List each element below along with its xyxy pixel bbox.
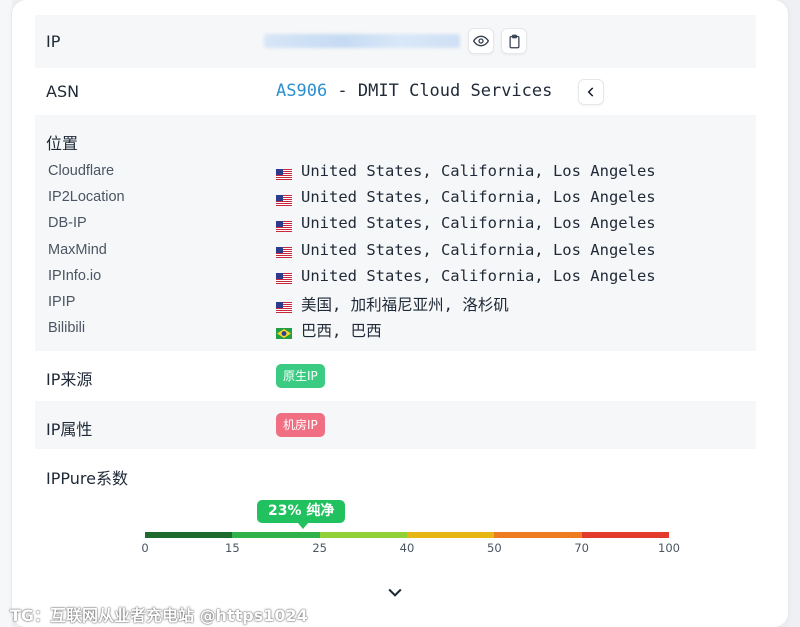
score-tick-label: 70: [574, 541, 589, 555]
ip-attribute-badge: 机房IP: [276, 413, 325, 437]
score-segment: [319, 532, 407, 538]
location-item: MaxMind United States, California, Los An…: [35, 238, 756, 264]
asn-separator: -: [327, 81, 358, 101]
location-value: United States, California, Los Angeles: [276, 162, 656, 180]
asn-value: AS906 - DMIT Cloud Services: [276, 81, 552, 101]
location-text: United States, California, Los Angeles: [301, 214, 656, 233]
ip-attribute-row: IP属性 机房IP: [35, 401, 756, 449]
location-value: 巴西, 巴西: [276, 319, 382, 341]
score-segment: [581, 532, 669, 538]
watermark-text: TG：互联网从业者充电站 @https1024: [10, 606, 308, 625]
location-text: United States, California, Los Angeles: [301, 188, 656, 207]
location-source: IP2Location: [48, 189, 125, 206]
us-flag-icon: [276, 270, 292, 285]
page-background-strip: [0, 0, 12, 627]
score-tick-label: 100: [658, 541, 680, 555]
location-source: DB-IP: [48, 215, 87, 232]
reveal-ip-button[interactable]: [468, 28, 494, 54]
chevron-down-icon[interactable]: [385, 582, 405, 602]
ip-row: IP: [35, 15, 756, 68]
clipboard-icon: [509, 34, 519, 48]
location-row: 位置 Cloudflare United States, California, …: [35, 115, 756, 351]
score-label: IPPure系数: [46, 469, 128, 488]
us-flag-icon: [276, 218, 292, 232]
ip-source-label: IP来源: [46, 370, 93, 389]
location-source: IPIP: [48, 294, 76, 310]
asn-name: DMIT Cloud Services: [357, 81, 553, 101]
copy-ip-button[interactable]: [501, 28, 527, 54]
location-text: 美国, 加利福尼亚州, 洛杉矶: [301, 296, 509, 314]
score-segment: [494, 532, 582, 538]
location-label: 位置: [46, 134, 79, 153]
location-item: DB-IP United States, California, Los Ange…: [35, 211, 756, 237]
asn-label: ASN: [46, 82, 80, 101]
location-item: Cloudflare United States, California, Los…: [35, 159, 756, 185]
us-flag-icon: [276, 244, 292, 259]
ip-source-row: IP来源 原生IP: [35, 351, 756, 401]
location-value: United States, California, Los Angeles: [276, 241, 656, 259]
score-tick-label: 0: [141, 541, 149, 555]
score-tooltip-arrow: [298, 523, 308, 529]
location-item: Bilibili 巴西, 巴西: [35, 316, 756, 342]
score-segment: [232, 532, 320, 538]
location-text: United States, California, Los Angeles: [301, 266, 656, 285]
location-value: United States, California, Los Angeles: [276, 214, 656, 232]
score-segment: [406, 532, 495, 538]
us-flag-icon: [276, 166, 292, 180]
location-text: 巴西, 巴西: [301, 322, 382, 341]
location-source: Bilibili: [48, 320, 86, 337]
ip-attribute-label: IP属性: [46, 420, 93, 439]
ip-info-card: IP ASN AS906 - DMIT Cloud Services 位置 Cl…: [12, 0, 788, 627]
score-segment: [145, 532, 233, 538]
asn-collapse-button[interactable]: [578, 79, 604, 105]
location-item: IP2Location United States, California, Lo…: [35, 185, 756, 211]
ip-source-badge: 原生IP: [276, 364, 325, 388]
location-source: IPInfo.io: [48, 267, 102, 284]
score-bar: [145, 532, 669, 538]
br-flag-icon: [276, 325, 292, 339]
chevron-left-icon: [587, 87, 594, 97]
score-tick-label: 40: [399, 541, 415, 555]
ip-label: IP: [46, 32, 61, 51]
score-tick-label: 25: [312, 541, 327, 555]
location-value: United States, California, Los Angeles: [276, 267, 656, 285]
location-value: 美国, 加利福尼亚州, 洛杉矶: [276, 293, 509, 315]
score-tick-label: 50: [487, 541, 502, 555]
score-tick-label: 15: [225, 541, 240, 555]
location-value: United States, California, Los Angeles: [276, 188, 656, 206]
location-text: United States, California, Los Angeles: [301, 240, 656, 259]
us-flag-icon: [276, 192, 292, 206]
asn-row: ASN AS906 - DMIT Cloud Services: [35, 68, 756, 115]
location-item: IPIP 美国, 加利福尼亚州, 洛杉矶: [35, 290, 756, 316]
score-tooltip: 23% 纯净: [257, 500, 346, 523]
eye-icon: [473, 35, 489, 47]
ip-address-blurred: [264, 34, 460, 48]
us-flag-icon: [276, 299, 292, 313]
location-source: MaxMind: [48, 241, 107, 258]
location-item: IPInfo.io United States, California, Los …: [35, 264, 756, 290]
asn-link[interactable]: AS906: [276, 81, 327, 101]
score-row: IPPure系数 23% 纯净 0 15 25 40 50 70 100: [35, 449, 756, 599]
location-source: Cloudflare: [48, 163, 115, 179]
location-text: United States, California, Los Angeles: [301, 162, 656, 180]
